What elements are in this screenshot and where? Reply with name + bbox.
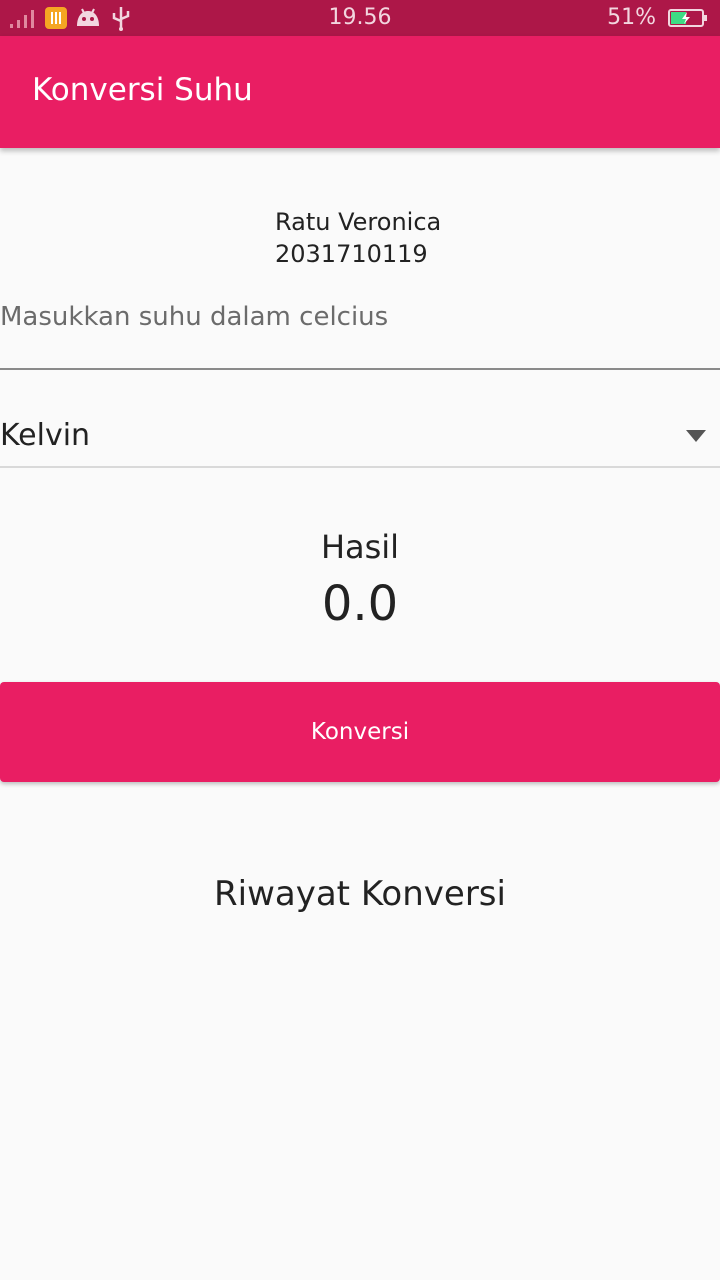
- result-value: 0.0: [321, 576, 399, 632]
- convert-button[interactable]: Konversi: [0, 682, 720, 782]
- battery-charging-icon: [668, 9, 707, 27]
- status-bar: 19.56 51%: [0, 0, 720, 36]
- student-nim: 2031710119: [275, 240, 428, 268]
- battery-percent: 51%: [607, 5, 656, 30]
- app-title: Konversi Suhu: [32, 72, 253, 108]
- celsius-input[interactable]: [0, 290, 720, 370]
- spinner-selected-value: Kelvin: [0, 418, 91, 453]
- app-bar: Konversi Suhu: [0, 36, 720, 148]
- student-name: Ratu Veronica: [275, 208, 442, 236]
- result-label: Hasil: [320, 528, 400, 566]
- unit-spinner[interactable]: Kelvin: [0, 400, 720, 468]
- dropdown-arrow-icon: [686, 430, 706, 442]
- history-title: Riwayat Konversi: [214, 874, 506, 914]
